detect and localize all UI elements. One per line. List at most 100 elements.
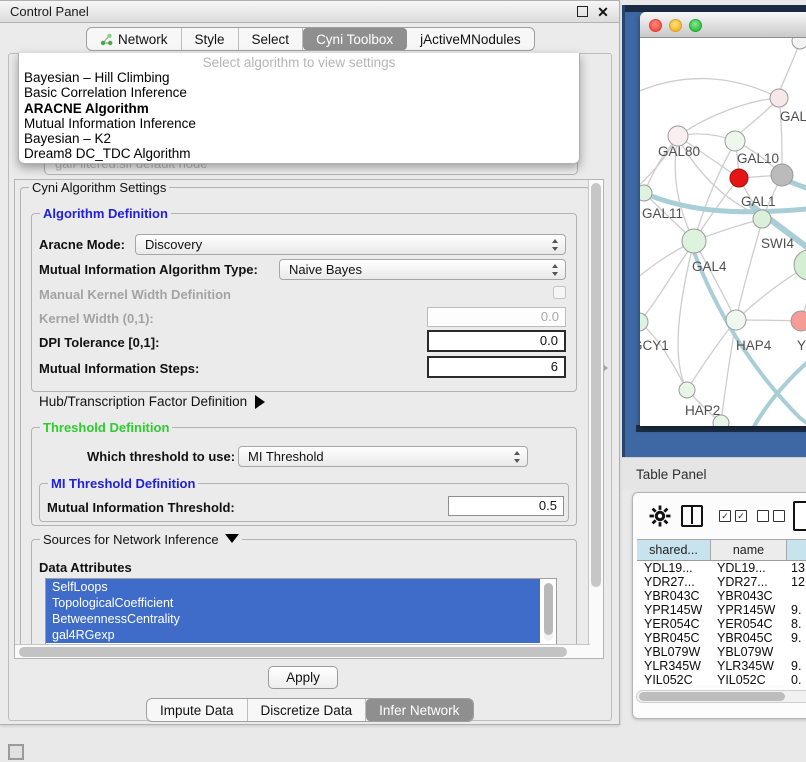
dpi-tolerance-value: 0.0 [540,333,558,348]
manual-kernel-checkbox[interactable] [553,286,566,299]
algorithm-option[interactable]: Basic Correlation Inference [19,85,579,100]
application-root: Control Panel ✕ NetworkStyleSelectCyni T… [0,0,806,762]
table-row[interactable]: YBR045CYBR045C9. [637,631,806,645]
tab-cyni-toolbox[interactable]: Cyni Toolbox [303,28,407,50]
network-node[interactable] [791,311,806,331]
tab-select[interactable]: Select [239,28,304,50]
close-traffic-light-icon[interactable] [649,19,662,32]
algorithm-option[interactable]: Dream8 DC_TDC Algorithm [19,146,579,161]
table-row[interactable]: YIL052CYIL052C0. [637,673,806,685]
network-node[interactable] [771,164,793,186]
algorithm-option[interactable]: Mutual Information Inference [19,116,579,131]
aracne-mode-combo[interactable]: Discovery [135,234,566,255]
algorithm-option[interactable]: Bayesian – Hill Climbing [19,70,579,85]
network-node[interactable] [730,169,748,187]
settings-vertical-scrollbar[interactable] [588,180,603,658]
network-window-titlebar[interactable] [640,12,806,38]
mi-type-combo[interactable]: Naive Bayes [279,259,566,280]
network-canvas[interactable]: GALGAL80GAL10GAL1GAL11SWI4GAL4GCY1HAP4YH… [640,38,806,426]
mi-type-value: Naive Bayes [289,262,362,277]
show-checked-columns-icon[interactable]: ✓✓ [719,510,747,522]
network-node[interactable] [753,210,771,228]
network-node[interactable] [668,126,688,146]
table-row[interactable]: YDR27...YDR27...12 [637,575,806,589]
close-icon[interactable]: ✕ [595,3,611,21]
network-node[interactable] [682,229,706,253]
table-cell: YDL19... [711,561,787,575]
float-window-icon[interactable] [577,6,588,17]
attribute-list-item[interactable]: TopologicalCoefficient [46,595,540,611]
tab-impute-data[interactable]: Impute Data [147,699,248,721]
tab-network[interactable]: Network [87,28,182,50]
table-row[interactable]: YDL19...YDL19...13 [637,561,806,575]
mi-threshold-title: MI Threshold Definition [48,476,198,491]
settings-horizontal-scrollbar[interactable] [15,644,590,659]
tab-label: Select [252,32,290,47]
sources-title[interactable]: Sources for Network Inference [40,532,242,547]
table-horizontal-scrollbar[interactable] [636,690,806,703]
column-header[interactable] [787,540,806,560]
node-label: HAP4 [736,338,772,353]
manual-kernel-label: Manual Kernel Width Definition [39,287,231,302]
network-node[interactable] [770,89,788,107]
node-label: GCY1 [640,338,669,353]
attribute-list-item[interactable]: BetweennessCentrality [46,611,540,627]
split-columns-icon[interactable] [681,505,703,527]
tab-label: Style [195,32,225,47]
tab-label: Infer Network [379,703,459,718]
network-node[interactable] [679,382,695,398]
desktop-left-edge [622,5,625,457]
dpi-tolerance-input[interactable]: 0.0 [427,330,566,352]
algorithm-option[interactable]: Bayesian – K2 [19,131,579,146]
threshold-definition-title: Threshold Definition [40,420,172,435]
which-threshold-combo[interactable]: MI Threshold [238,446,528,467]
network-node[interactable] [725,131,745,151]
column-header[interactable]: name [711,540,787,560]
hide-columns-icon[interactable] [757,510,785,522]
export-table-icon[interactable] [793,501,806,531]
attributes-list-scrollbar[interactable] [544,583,553,641]
table-cell [787,645,806,659]
hub-definition-expander[interactable]: Hub/Transcription Factor Definition [39,394,265,409]
table-cell: YBR043C [637,589,711,603]
tab-infer-network[interactable]: Infer Network [366,699,473,721]
minimize-traffic-light-icon[interactable] [669,19,682,32]
table-row[interactable]: YER054CYER054C8. [637,617,806,631]
window-grip[interactable] [8,744,24,760]
mi-steps-input[interactable]: 6 [427,356,566,378]
attribute-list-item[interactable]: SelfLoops [46,579,540,595]
algorithm-option[interactable]: ARACNE Algorithm [19,101,579,116]
network-node[interactable] [640,185,652,201]
zoom-traffic-light-icon[interactable] [689,19,702,32]
which-threshold-label: Which threshold to use: [87,449,235,464]
tab-label: Discretize Data [261,703,353,718]
node-table: shared...name YDL19...YDL19...13YDR27...… [637,539,806,685]
tab-jactivemnodules[interactable]: jActiveMNodules [407,28,534,50]
tab-style[interactable]: Style [182,28,239,50]
network-node[interactable] [792,38,806,49]
network-node[interactable] [794,250,806,280]
table-body: YDL19...YDL19...13YDR27...YDR27...12YBR0… [637,561,806,685]
apply-button[interactable]: Apply [268,666,338,689]
kernel-width-input[interactable]: 0.0 [427,307,566,327]
table-row[interactable]: YLR345WYLR345W9. [637,659,806,673]
collapse-down-icon [225,534,239,543]
column-header[interactable]: shared... [637,540,711,560]
tab-discretize-data[interactable]: Discretize Data [248,699,367,721]
data-attributes-list[interactable]: SelfLoopsTopologicalCoefficientBetweenne… [45,578,557,648]
table-cell: 9. [787,631,806,645]
mi-threshold-input[interactable]: 0.5 [448,496,564,516]
attribute-list-item[interactable]: gal4RGexp [46,627,540,643]
network-node[interactable] [726,310,746,330]
table-row[interactable]: YBR043CYBR043C [637,589,806,603]
gear-icon[interactable] [649,505,671,527]
kernel-width-label: Kernel Width (0,1): [39,311,154,326]
network-icon [100,33,113,46]
stepper-icon [551,263,560,277]
algorithm-dropdown-placeholder: Select algorithm to view settings [19,53,579,70]
table-row[interactable]: YPR145WYPR145W9. [637,603,806,617]
table-row[interactable]: YBL079WYBL079W [637,645,806,659]
tab-label: jActiveMNodules [420,32,521,47]
mi-steps-value: 6 [551,359,558,374]
node-label: GAL10 [737,151,779,166]
